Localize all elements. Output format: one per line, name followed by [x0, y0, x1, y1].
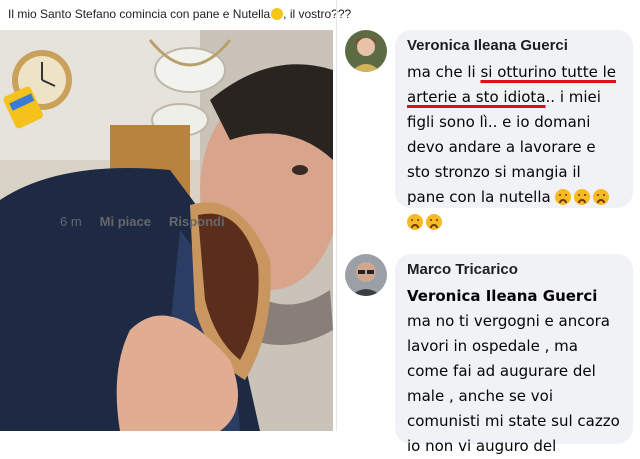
comment-text: Veronica Ileana Guerci ma no ti vergogni…	[407, 284, 621, 459]
comment-bubble: Marco Tricarico Veronica Ileana Guerci m…	[395, 254, 633, 455]
comment-author[interactable]: Marco Tricarico	[407, 260, 621, 280]
avatar-marco-icon	[345, 254, 387, 296]
comment-marco: Marco Tricarico Veronica Ileana Guerci m…	[345, 254, 635, 455]
avatar[interactable]	[345, 30, 387, 72]
column-divider	[336, 0, 337, 431]
comment-author[interactable]: Veronica Ileana Guerci	[407, 36, 621, 56]
comment-text-part: ma che li	[407, 63, 481, 81]
comment-veronica: Veronica Ileana Guerci ma che li si ottu…	[345, 30, 635, 235]
sad-emoji-icon	[426, 214, 442, 230]
mention-link[interactable]: Veronica Ileana Guerci	[407, 287, 597, 305]
comment-bubble: Veronica Ileana Guerci ma che li si ottu…	[395, 30, 633, 230]
sad-emoji-icon	[407, 214, 423, 230]
sad-emoji-icon	[555, 189, 572, 205]
post-caption: Il mio Santo Stefano comincia con pane e…	[8, 4, 351, 24]
comment-actions: 6 m Mi piace Rispondi	[60, 213, 243, 231]
smile-emoji-icon	[271, 8, 284, 20]
sad-emoji-icon	[593, 189, 610, 205]
comment-text: ma che li si otturino tutte le arterie a…	[407, 60, 621, 235]
avatar[interactable]	[345, 254, 387, 296]
post-caption-text: Il mio Santo Stefano comincia con pane e…	[8, 7, 271, 21]
sad-emoji-icon	[574, 189, 591, 205]
reply-link[interactable]: Rispondi	[169, 214, 225, 229]
comment-time[interactable]: 6 m	[60, 214, 82, 229]
comment-text-part: ma no ti vergogni e ancora lavori in osp…	[407, 312, 620, 455]
avatar-veronica-icon	[345, 30, 387, 72]
like-link[interactable]: Mi piace	[100, 214, 151, 229]
post-caption-suffix: , il vostro???	[283, 7, 352, 21]
